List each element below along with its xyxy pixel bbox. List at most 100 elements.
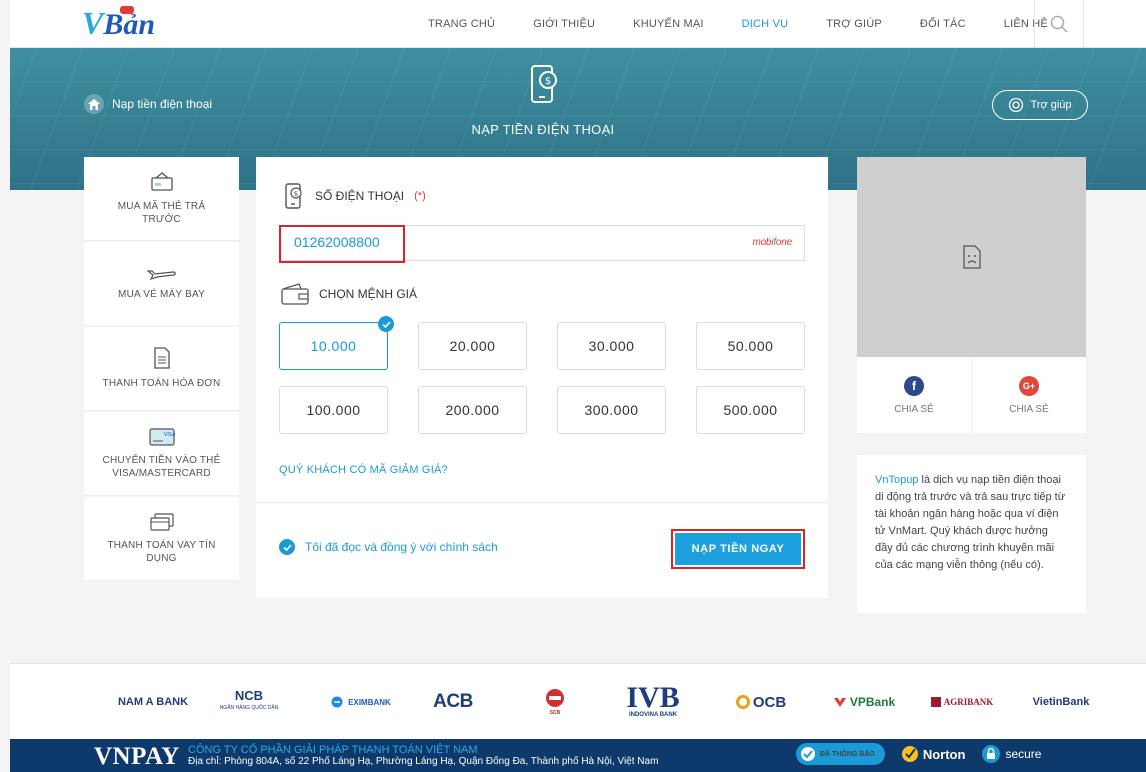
share-google-button[interactable]: G+ CHIA SẺ bbox=[971, 357, 1086, 433]
sidebar-label: THANH TOÁN VAY TÍN DỤNG bbox=[107, 539, 216, 564]
search-button[interactable] bbox=[1034, 0, 1084, 48]
bank-logo-eximbank: EXIMBANK bbox=[320, 664, 402, 740]
sidebar-label: THANH TOÁN HÓA ĐƠN bbox=[102, 378, 221, 389]
denom-option[interactable]: 50.000 bbox=[696, 322, 805, 370]
wallet-icon bbox=[281, 283, 309, 305]
bank-logo-scb: SCB bbox=[538, 664, 572, 740]
bill-icon bbox=[153, 347, 170, 369]
help-label: Trợ giúp bbox=[1030, 99, 1072, 111]
nav-home[interactable]: TRANG CHỦ bbox=[428, 18, 495, 30]
nav-about[interactable]: GIỚI THIỆU bbox=[533, 18, 595, 30]
prepaid-card-icon bbox=[150, 171, 173, 191]
eximbank-mark-icon bbox=[331, 696, 343, 708]
bank-logo-namabank: NAM A BANK bbox=[117, 696, 189, 708]
right-panel: f CHIA SẺ G+ CHIA SẺ bbox=[857, 157, 1086, 433]
svg-text:VISA: VISA bbox=[164, 432, 175, 438]
carrier-logo: mobifone bbox=[752, 237, 792, 248]
google-plus-icon: G+ bbox=[1019, 375, 1039, 396]
sidebar-item-bill-payment[interactable]: THANH TOÁN HÓA ĐƠN bbox=[84, 327, 239, 411]
logo-dot bbox=[120, 6, 134, 14]
search-icon bbox=[1050, 15, 1068, 33]
bank-logo-agribank: AGRIBANK bbox=[920, 664, 1004, 740]
topup-now-button[interactable]: NẠP TIỀN NGAY bbox=[671, 529, 805, 569]
service-sidebar: MUA MÃ THẺ TRẢ TRƯỚC MUA VÉ MÁY BAY THAN… bbox=[84, 157, 239, 582]
help-button[interactable]: Trợ giúp bbox=[992, 90, 1088, 120]
carrier-prefix: mobi bbox=[752, 237, 774, 248]
carrier-suffix: one bbox=[775, 237, 792, 248]
main-nav: TRANG CHỦ GIỚI THIỆU KHUYẾN MẠI DỊCH VỤ … bbox=[428, 0, 1086, 48]
exim-text: EXIMBANK bbox=[348, 697, 391, 707]
page-title: NẠP TIỀN ĐIỆN THOẠI bbox=[471, 122, 615, 137]
norton-badge[interactable]: Norton bbox=[901, 745, 966, 763]
denom-section-label: CHỌN MỆNH GIÁ bbox=[281, 283, 417, 305]
denom-value: 50.000 bbox=[727, 338, 774, 354]
topup-now-label: NẠP TIỀN NGAY bbox=[675, 533, 801, 565]
nav-help[interactable]: TRỢ GIÚP bbox=[826, 18, 882, 30]
top-header: VBản TRANG CHỦ GIỚI THIỆU KHUYẾN MẠI DỊC… bbox=[10, 0, 1146, 48]
site-logo[interactable]: VBản bbox=[82, 5, 155, 41]
denom-value: 100.000 bbox=[306, 402, 361, 418]
company-name: CÔNG TY CỔ PHẦN GIẢI PHÁP THANH TOÁN VIỆ… bbox=[188, 744, 478, 756]
phone-label-text: SỐ ĐIỆN THOẠI bbox=[315, 189, 405, 203]
phone-input[interactable] bbox=[294, 234, 594, 250]
registered-badge[interactable]: ĐÃ THÔNG BÁO bbox=[796, 743, 885, 765]
brand-name[interactable]: VnTopup bbox=[875, 474, 918, 486]
airplane-icon bbox=[146, 270, 176, 280]
scb-text: SCB bbox=[549, 710, 561, 716]
secure-badge[interactable]: secure bbox=[981, 744, 1041, 764]
promo-code-link[interactable]: QUÝ KHÁCH CÓ MÃ GIẢM GIÁ? bbox=[279, 464, 448, 476]
denom-value: 10.000 bbox=[310, 338, 357, 354]
share-label: CHIA SẺ bbox=[894, 403, 934, 415]
sidebar-item-flight-ticket[interactable]: MUA VÉ MÁY BAY bbox=[84, 242, 239, 326]
nav-promotions[interactable]: KHUYẾN MẠI bbox=[633, 18, 703, 30]
required-mark: (*) bbox=[414, 190, 426, 202]
check-circle-icon bbox=[279, 539, 295, 555]
ivb-text: IVB bbox=[626, 681, 680, 714]
phone-field[interactable]: mobifone bbox=[279, 225, 805, 263]
logo-v: V bbox=[82, 5, 104, 41]
bank-logo-vietinbank: VietinBank bbox=[1032, 696, 1090, 708]
ocb-mark-icon bbox=[735, 695, 750, 709]
ivb-sub: INDOVINA BANK bbox=[628, 712, 678, 718]
site-footer: VNPAY CÔNG TY CỔ PHẦN GIẢI PHÁP THANH TO… bbox=[10, 739, 1146, 772]
denom-label-text: CHỌN MỆNH GIÁ bbox=[319, 287, 418, 301]
denom-value: 200.000 bbox=[445, 402, 500, 418]
phone-money-icon: $ bbox=[524, 62, 564, 115]
sidebar-item-credit-payment[interactable]: THANH TOÁN VAY TÍN DỤNG bbox=[84, 497, 239, 581]
facebook-icon: f bbox=[904, 375, 924, 396]
denom-option[interactable]: 20.000 bbox=[418, 322, 527, 370]
denom-option[interactable]: 500.000 bbox=[696, 386, 805, 434]
nav-partners[interactable]: ĐỐI TÁC bbox=[920, 18, 966, 30]
visa-card-icon: VISA bbox=[148, 427, 175, 446]
home-icon[interactable] bbox=[84, 94, 104, 114]
share-facebook-button[interactable]: f CHIA SẺ bbox=[857, 357, 971, 433]
registered-check-icon bbox=[801, 747, 815, 761]
scb-mark-icon bbox=[546, 689, 564, 707]
nav-services[interactable]: DỊCH VỤ bbox=[742, 18, 789, 30]
denom-value: 300.000 bbox=[584, 402, 639, 418]
company-address: Địa chỉ: Phòng 804A, số 22 Phố Láng Hạ, … bbox=[188, 756, 659, 767]
description-text: là dịch vụ nạp tiền điện thoại di động t… bbox=[875, 474, 1066, 571]
ncb-text: NCB bbox=[234, 688, 264, 703]
trust-badges: ĐÃ THÔNG BÁO Norton secure bbox=[796, 743, 1041, 765]
broken-image-icon bbox=[962, 245, 981, 269]
denom-option[interactable]: 100.000 bbox=[279, 386, 388, 434]
denom-option[interactable]: 200.000 bbox=[418, 386, 527, 434]
sidebar-item-prepaid-card[interactable]: MUA MÃ THẺ TRẢ TRƯỚC bbox=[84, 157, 239, 241]
partner-banks: NAM A BANK NCB NGÂN HÀNG QUỐC DÂN EXIMBA… bbox=[10, 663, 1146, 739]
company-info: CÔNG TY CỔ PHẦN GIẢI PHÁP THANH TOÁN VIỆ… bbox=[188, 744, 659, 768]
agree-checkbox[interactable]: Tôi đã đọc và đồng ý với chính sách bbox=[279, 539, 498, 555]
ocb-text: OCB bbox=[752, 693, 787, 711]
denom-option[interactable]: 10.000 bbox=[279, 316, 394, 370]
vnpay-logo: VNPAY bbox=[94, 743, 180, 770]
denom-option[interactable]: 300.000 bbox=[557, 386, 666, 434]
norton-text: Norton bbox=[922, 746, 966, 762]
denom-option[interactable]: 30.000 bbox=[557, 322, 666, 370]
phone-section-label: $ SỐ ĐIỆN THOẠI (*) bbox=[283, 183, 426, 209]
sidebar-label: CHUYỂN TIỀN VÀO THẺ VISA/MASTERCARD bbox=[102, 454, 221, 479]
denom-value: 30.000 bbox=[588, 338, 635, 354]
vpbank-mark-icon bbox=[833, 698, 846, 707]
sidebar-item-visa-transfer[interactable]: VISA CHUYỂN TIỀN VÀO THẺ VISA/MASTERCARD bbox=[84, 412, 239, 496]
breadcrumb: Nạp tiền điện thoại bbox=[84, 94, 212, 114]
check-icon bbox=[378, 316, 394, 332]
